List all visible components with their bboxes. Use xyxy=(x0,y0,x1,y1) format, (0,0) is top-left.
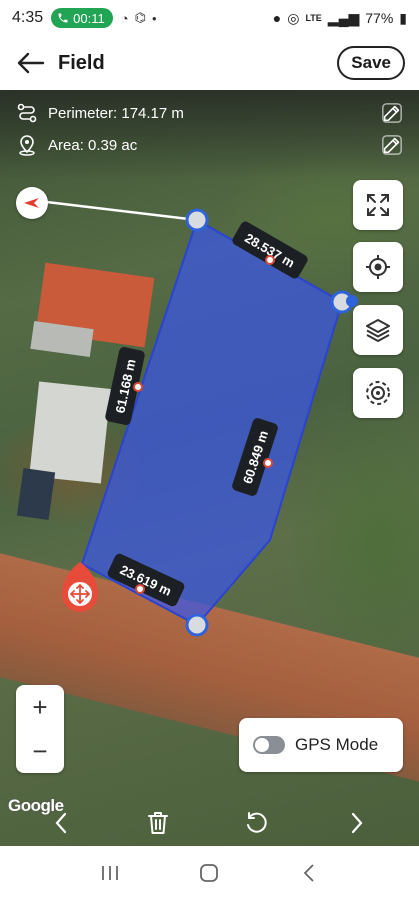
area-row: Area: 0.39 ac xyxy=(16,134,137,156)
signal-icon: ▂▄▆ xyxy=(327,9,360,26)
route-icon xyxy=(17,103,37,123)
target-icon xyxy=(366,381,390,405)
toggle-switch[interactable] xyxy=(253,736,285,754)
delete-button[interactable] xyxy=(143,808,173,838)
phone-icon xyxy=(58,13,68,23)
status-time: 4:35 xyxy=(12,9,44,26)
undo-button[interactable] xyxy=(241,808,271,838)
page-title: Field xyxy=(58,51,105,74)
midpoint-handle[interactable] xyxy=(135,584,145,594)
call-timer: 00:11 xyxy=(73,10,105,26)
toggle-knob xyxy=(255,738,269,752)
home-button[interactable] xyxy=(189,853,229,893)
vertex-handle[interactable] xyxy=(185,613,209,637)
usb-icon: ⌬ xyxy=(134,10,146,25)
midpoint-handle[interactable] xyxy=(133,382,143,392)
whatsapp-icon: ◔ xyxy=(120,10,129,26)
gps-mode-toggle[interactable]: GPS Mode xyxy=(239,718,403,772)
arrow-left-icon xyxy=(17,52,45,74)
edit-perimeter-icon[interactable] xyxy=(381,102,403,124)
zoom-in-button[interactable]: + xyxy=(16,685,64,729)
app-header: Field Save xyxy=(0,36,419,90)
system-back-button[interactable] xyxy=(289,853,329,893)
next-button[interactable] xyxy=(342,808,372,838)
status-bar: 4:35 00:11 ◔ ⌬ • ● ◎ LTE ▂▄▆ 77% ▮ xyxy=(0,0,419,36)
system-nav-bar xyxy=(0,846,419,900)
hotspot-icon: ◎ xyxy=(287,9,300,26)
compass-icon xyxy=(24,198,39,208)
zoom-controls: + − xyxy=(16,685,64,773)
location-icon: ● xyxy=(272,10,282,26)
vertex-handle[interactable] xyxy=(185,208,209,232)
battery-icon: ▮ xyxy=(399,9,407,26)
layers-button[interactable] xyxy=(353,305,403,355)
expand-icon xyxy=(367,194,389,216)
chevron-left-icon xyxy=(303,864,314,882)
area-text: Area: 0.39 ac xyxy=(48,136,138,154)
layers-icon xyxy=(366,319,390,342)
call-indicator[interactable]: 00:11 xyxy=(51,8,113,28)
trash-icon xyxy=(148,812,168,834)
gps-mode-label: GPS Mode xyxy=(295,735,379,754)
chevron-left-icon xyxy=(55,812,67,834)
midpoint-handle[interactable] xyxy=(265,255,275,265)
edit-toolbar xyxy=(0,800,419,846)
zoom-out-button[interactable]: − xyxy=(16,729,64,773)
satellite-map[interactable]: 28.537 m 61.168 m 60.849 m 23.619 m Peri… xyxy=(0,90,419,846)
undo-icon xyxy=(247,812,267,833)
locate-button[interactable] xyxy=(353,242,403,292)
boundary-line xyxy=(29,198,198,222)
network-type: LTE xyxy=(305,13,322,23)
perimeter-row: Perimeter: 174.17 m xyxy=(16,102,184,124)
edit-area-icon[interactable] xyxy=(381,134,403,156)
recents-button[interactable] xyxy=(90,853,130,893)
back-button[interactable] xyxy=(14,46,48,80)
perimeter-text: Perimeter: 174.17 m xyxy=(48,104,184,122)
compass-button[interactable] xyxy=(16,187,48,219)
chevron-right-icon xyxy=(351,812,363,834)
midpoint-handle[interactable] xyxy=(263,458,273,468)
area-pin-icon xyxy=(19,135,35,156)
battery-level: 77% xyxy=(365,10,394,26)
fullscreen-button[interactable] xyxy=(353,180,403,230)
dot-icon: • xyxy=(151,10,157,26)
previous-button[interactable] xyxy=(46,808,76,838)
home-icon xyxy=(200,864,219,882)
crosshair-icon xyxy=(366,255,390,279)
gps-target-button[interactable] xyxy=(353,368,403,418)
save-button[interactable]: Save xyxy=(337,46,405,80)
recents-icon xyxy=(101,866,118,880)
